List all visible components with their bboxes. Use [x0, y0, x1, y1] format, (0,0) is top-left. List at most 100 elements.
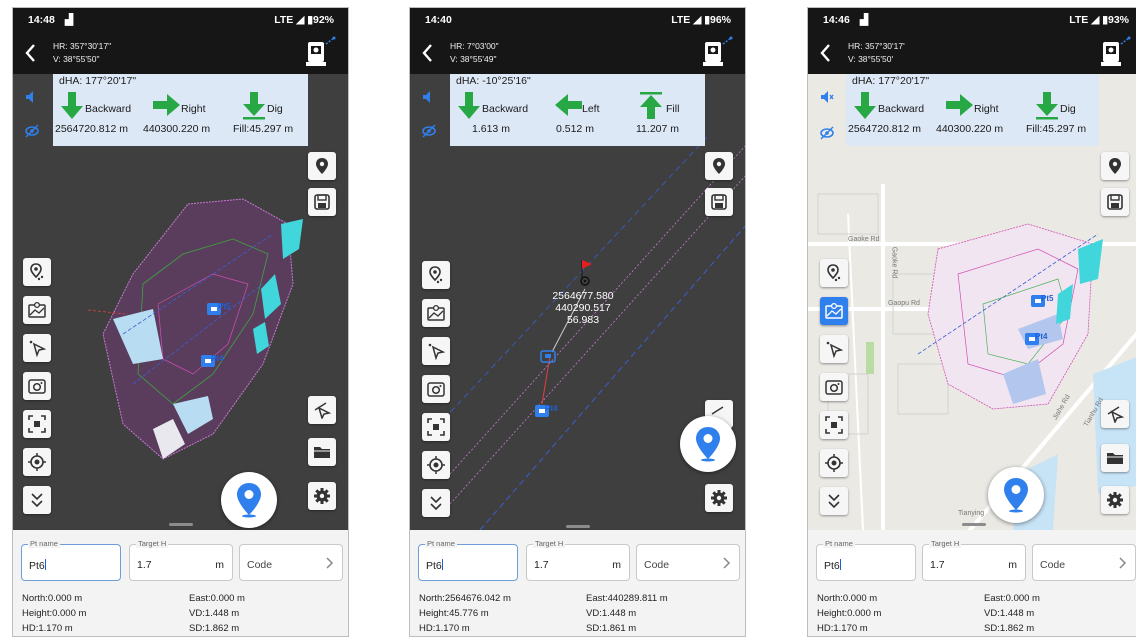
- target-height-value: 1.7: [534, 559, 549, 571]
- cursor-select-icon: [29, 340, 46, 357]
- speaker-icon[interactable]: [422, 90, 436, 104]
- target-height-value: 1.7: [137, 559, 152, 571]
- guidance-label: Backward: [482, 103, 529, 115]
- chevron-right-icon: [723, 557, 731, 569]
- drag-handle[interactable]: [566, 525, 590, 528]
- save-button[interactable]: [308, 188, 336, 216]
- point-search-button[interactable]: [820, 259, 848, 287]
- total-station-icon[interactable]: [302, 36, 336, 72]
- point-label: Pt4: [545, 404, 558, 413]
- point-name-field[interactable]: Pt name Pt6: [816, 539, 916, 581]
- visibility-icon[interactable]: [820, 126, 834, 140]
- phone-screen-2: 14:40 LTE ◢ ▮96% HR: 7°03'00" V: 38°55'4…: [409, 7, 746, 637]
- map-layer-icon: [28, 301, 46, 318]
- settings-button[interactable]: [1101, 486, 1129, 514]
- point-name-value: Pt6: [824, 560, 840, 572]
- settings-button[interactable]: [308, 482, 336, 510]
- speaker-icon[interactable]: [25, 90, 39, 104]
- field-label: Target H: [136, 539, 169, 548]
- vd-readout: VD:1.448 m: [189, 608, 240, 619]
- stake-point-fab[interactable]: [680, 416, 736, 472]
- fill-arrow-icon: [640, 92, 662, 119]
- target-height-field[interactable]: Target H 1.7 m: [129, 539, 233, 581]
- map-road-label: Tianying: [958, 510, 985, 517]
- point-search-button[interactable]: [422, 261, 450, 289]
- stake-point-fab[interactable]: [221, 472, 277, 528]
- back-arrow-icon[interactable]: [23, 42, 39, 64]
- guidance-value-left: 0.512 m: [556, 123, 594, 135]
- add-point-button[interactable]: [308, 152, 336, 180]
- sd-readout: SD:1.861 m: [586, 623, 637, 634]
- map-canvas[interactable]: Gaoke Rd Gaoke Rd Gaopu Rd Tianying Jiah…: [808, 74, 1136, 530]
- arrow-down-icon: [61, 92, 83, 119]
- camera-button[interactable]: [23, 372, 51, 400]
- height-readout: Height:45.776 m: [419, 608, 489, 619]
- save-button[interactable]: [1101, 188, 1129, 216]
- measure-tool-button[interactable]: [1101, 400, 1129, 428]
- point-form: Pt name Pt6 Target H 1.7 m Code North:25…: [410, 530, 745, 636]
- locate-button[interactable]: [820, 449, 848, 477]
- code-placeholder: Code: [247, 559, 273, 571]
- select-tool-button[interactable]: [820, 335, 848, 363]
- sd-readout: SD:1.862 m: [984, 623, 1035, 634]
- map-canvas[interactable]: dHA: -10°25'16" Backward Left Fill 1.613…: [410, 74, 745, 530]
- map-canvas[interactable]: dHA: 177°20'17" Backward Right Dig 25647…: [13, 74, 348, 530]
- point-name-field[interactable]: Pt name Pt6: [418, 539, 518, 581]
- map-layer-icon: [825, 302, 843, 319]
- map-layer-button[interactable]: [820, 297, 848, 325]
- visibility-icon[interactable]: [25, 124, 39, 138]
- instrument-position-icon: [540, 350, 556, 363]
- location-pin-icon: [316, 158, 328, 174]
- collapse-toolbar-button[interactable]: [23, 486, 51, 514]
- double-chevron-down-icon: [31, 493, 43, 508]
- map-layer-button[interactable]: [23, 296, 51, 324]
- collapse-toolbar-button[interactable]: [422, 489, 450, 517]
- stake-point-fab[interactable]: [988, 467, 1044, 523]
- total-station-icon[interactable]: [1097, 36, 1131, 72]
- code-field[interactable]: Code: [1032, 544, 1136, 581]
- back-arrow-icon[interactable]: [420, 42, 436, 64]
- dha-value: dHA: 177°20'17": [59, 75, 137, 87]
- title-bar: HR: 7°03'00" V: 38°55'49": [410, 32, 745, 74]
- total-station-icon[interactable]: [699, 36, 733, 72]
- drag-handle[interactable]: [962, 523, 986, 526]
- save-button[interactable]: [705, 188, 733, 216]
- add-point-button[interactable]: [705, 152, 733, 180]
- select-tool-button[interactable]: [23, 334, 51, 362]
- target-height-field[interactable]: Target H 1.7 m: [922, 539, 1026, 581]
- point-name-field[interactable]: Pt name Pt6: [21, 539, 121, 581]
- map-layer-button[interactable]: [422, 299, 450, 327]
- measure-tool-button[interactable]: [308, 396, 336, 424]
- code-field[interactable]: Code: [239, 544, 343, 581]
- code-field[interactable]: Code: [636, 544, 740, 581]
- open-file-button[interactable]: [308, 438, 336, 466]
- select-tool-button[interactable]: [422, 337, 450, 365]
- locate-button[interactable]: [422, 451, 450, 479]
- open-file-button[interactable]: [1101, 444, 1129, 472]
- settings-button[interactable]: [705, 484, 733, 512]
- map-road-label: Gaopu Rd: [888, 300, 920, 307]
- visibility-icon[interactable]: [422, 124, 436, 138]
- collapse-toolbar-button[interactable]: [820, 487, 848, 515]
- double-chevron-down-icon: [430, 496, 442, 511]
- drag-handle[interactable]: [169, 523, 193, 526]
- locate-button[interactable]: [23, 448, 51, 476]
- speaker-muted-icon[interactable]: [820, 90, 834, 104]
- hr-angle: HR: 357°30'17": [53, 41, 112, 51]
- arrow-right-icon: [946, 94, 973, 116]
- camera-button[interactable]: [820, 373, 848, 401]
- full-extent-button[interactable]: [422, 413, 450, 441]
- gear-icon: [314, 488, 330, 504]
- point-search-button[interactable]: [23, 258, 51, 286]
- field-label: Pt name: [823, 539, 855, 548]
- guidance-value-dig: Fill:45.297 m: [233, 123, 294, 135]
- back-arrow-icon[interactable]: [818, 42, 834, 64]
- map-road-label: Gaoke Rd: [848, 236, 880, 243]
- camera-button[interactable]: [422, 375, 450, 403]
- guidance-value-right: 440300.220 m: [143, 123, 211, 135]
- target-east: 440290.517: [555, 302, 611, 314]
- target-height-field[interactable]: Target H 1.7 m: [526, 539, 630, 581]
- full-extent-button[interactable]: [820, 411, 848, 439]
- add-point-button[interactable]: [1101, 152, 1129, 180]
- full-extent-button[interactable]: [23, 410, 51, 438]
